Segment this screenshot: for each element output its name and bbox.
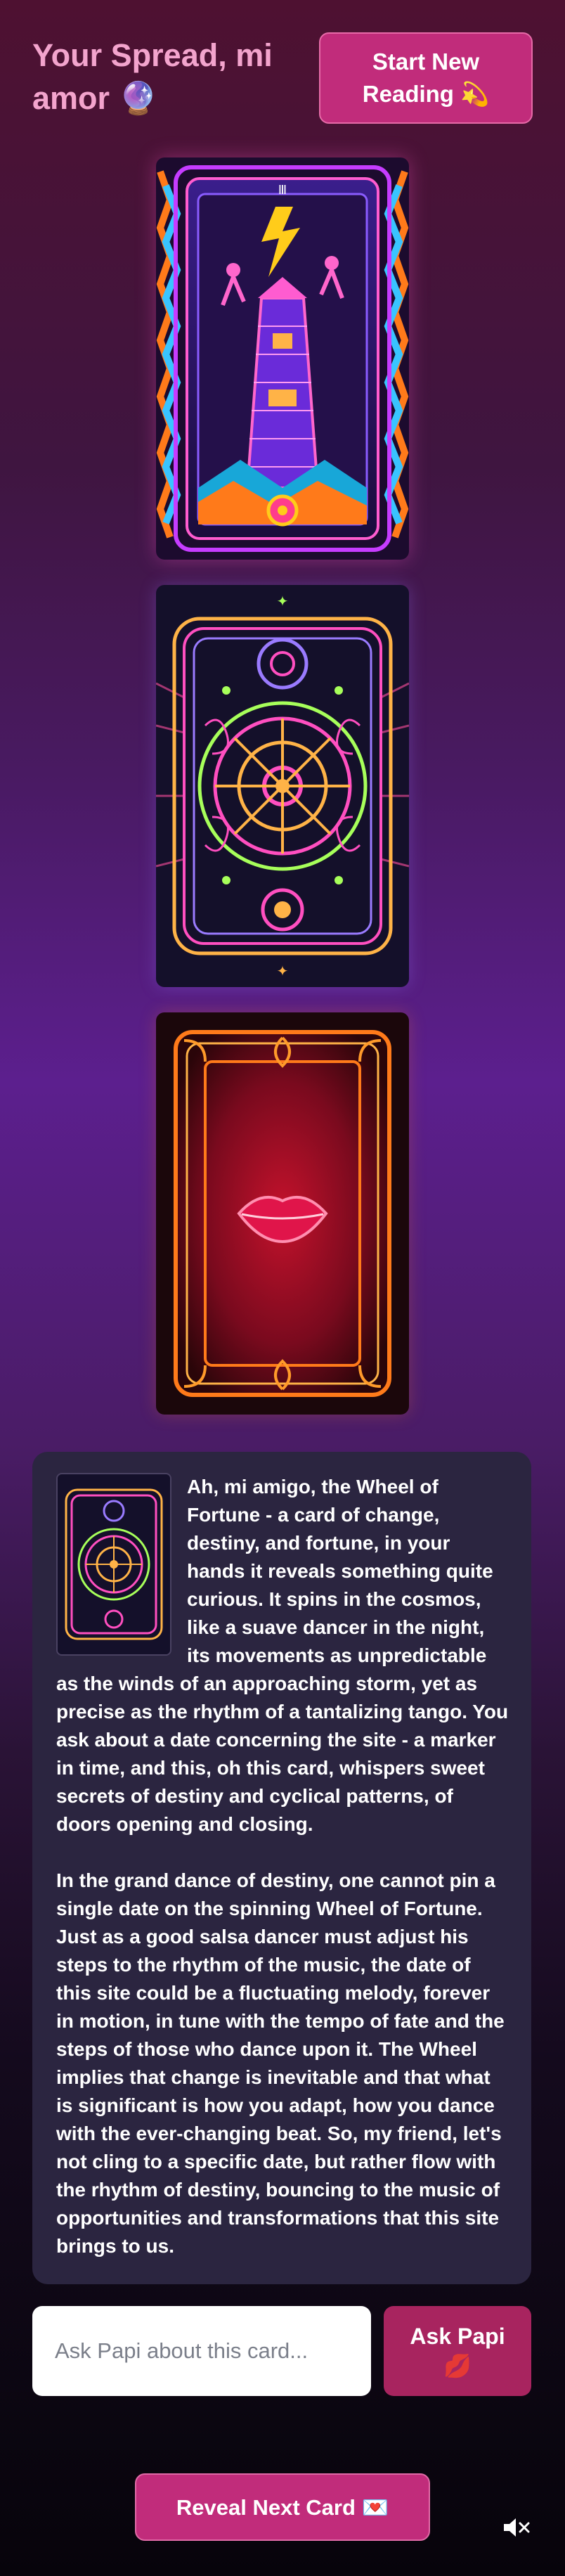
reveal-next-card-button[interactable]: Reveal Next Card 💌 xyxy=(135,2473,430,2541)
svg-text:✦: ✦ xyxy=(277,962,289,979)
reading-panel: Ah, mi amigo, the Wheel of Fortune - a c… xyxy=(32,1452,531,2284)
reading-paragraph: In the grand dance of destiny, one canno… xyxy=(56,1869,505,2257)
page-title: Your Spread, mi amor 🔮 xyxy=(32,37,273,116)
header: Your Spread, mi amor 🔮 Start New Reading… xyxy=(32,32,533,124)
tarot-card-back[interactable] xyxy=(156,1012,409,1415)
tower-card-art: Ⅲ xyxy=(156,157,409,560)
start-new-reading-button[interactable]: Start New Reading 💫 xyxy=(319,32,533,124)
tarot-card-wheel-of-fortune[interactable]: ✦ ✦ xyxy=(156,585,409,987)
speaker-muted-icon[interactable] xyxy=(502,2516,531,2539)
ask-papi-button[interactable]: Ask Papi 💋 xyxy=(384,2306,531,2396)
card-back-art xyxy=(156,1012,409,1415)
svg-text:✦: ✦ xyxy=(277,593,289,610)
wheel-card-art: ✦ ✦ xyxy=(156,585,409,987)
svg-text:Ⅲ: Ⅲ xyxy=(278,183,287,198)
tarot-card-tower[interactable]: Ⅲ xyxy=(156,157,409,560)
reading-card-thumbnail xyxy=(56,1473,171,1656)
ask-papi-input[interactable] xyxy=(32,2306,371,2396)
